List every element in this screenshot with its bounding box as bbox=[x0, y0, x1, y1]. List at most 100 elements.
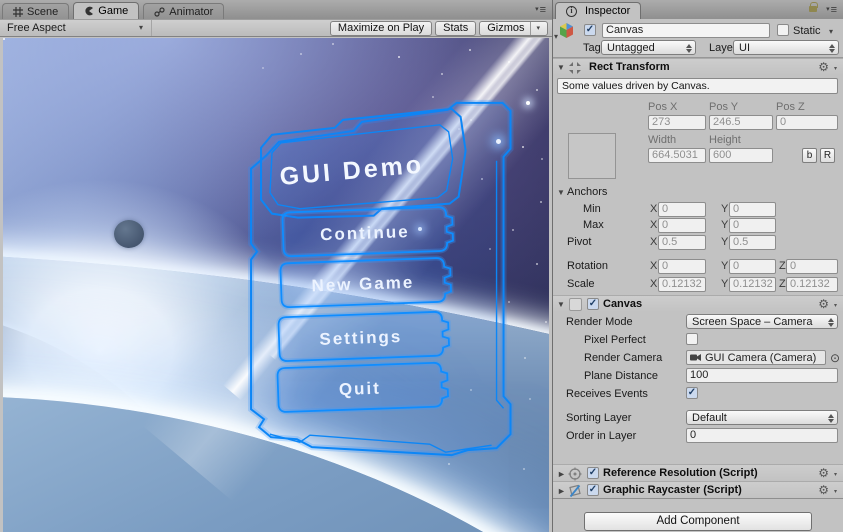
gear-dropdown-arrow: ▾ bbox=[833, 303, 837, 309]
blueprint-mode-button[interactable]: b bbox=[802, 148, 817, 163]
tab-animator-label: Animator bbox=[169, 5, 214, 18]
graphic-raycaster-icon bbox=[569, 484, 581, 498]
quit-button[interactable]: Quit bbox=[275, 360, 451, 415]
sorting-layer-dropdown[interactable]: Default bbox=[686, 410, 838, 425]
inspector-tabstrip: i Inspector ▾≡ bbox=[553, 0, 843, 19]
render-mode-dropdown[interactable]: Screen Space – Camera bbox=[686, 314, 838, 329]
render-camera-label: Render Camera bbox=[584, 352, 663, 364]
settings-button-label: Settings bbox=[319, 327, 402, 349]
rect-transform-header[interactable]: ▼ Rect Transform ⚙ ▾ bbox=[553, 58, 843, 75]
anchors-foldout-icon[interactable]: ▼ bbox=[557, 188, 565, 197]
receives-events-label: Receives Events bbox=[566, 388, 648, 400]
graphic-raycaster-checkbox[interactable]: ✓ bbox=[587, 484, 599, 496]
foldout-icon[interactable]: ▼ bbox=[557, 300, 565, 309]
gear-icon[interactable]: ⚙ bbox=[818, 297, 829, 311]
canvas-enabled-checkbox[interactable]: ✓ bbox=[587, 298, 599, 310]
scale-y-field[interactable]: 0.12132 bbox=[729, 277, 776, 292]
anchor-max-x-field[interactable]: 0 bbox=[658, 218, 706, 233]
gear-icon[interactable]: ⚙ bbox=[818, 483, 829, 497]
canvas-component-body: Render Mode Screen Space – Camera Pixel … bbox=[553, 312, 843, 464]
static-checkbox[interactable] bbox=[777, 24, 789, 36]
lock-icon[interactable] bbox=[809, 2, 818, 12]
plane-distance-field[interactable]: 100 bbox=[686, 368, 838, 383]
tag-dropdown[interactable]: Untagged bbox=[601, 40, 696, 55]
settings-button[interactable]: Settings bbox=[276, 309, 452, 364]
anchor-min-y-field[interactable]: 0 bbox=[729, 202, 776, 217]
layer-value: UI bbox=[739, 42, 750, 54]
new-game-button[interactable]: New Game bbox=[278, 255, 454, 310]
foldout-icon[interactable]: ▼ bbox=[557, 63, 565, 72]
pos-x-field[interactable]: 273 bbox=[648, 115, 706, 130]
sorting-layer-value: Default bbox=[692, 412, 727, 424]
pixel-perfect-label: Pixel Perfect bbox=[584, 334, 646, 346]
raw-edit-mode-button[interactable]: R bbox=[820, 148, 835, 163]
reference-resolution-header[interactable]: ► ✓ Reference Resolution (Script) ⚙ ▾ bbox=[553, 464, 843, 481]
canvas-component-icon bbox=[569, 298, 582, 311]
anchor-max-y-field[interactable]: 0 bbox=[729, 218, 776, 233]
pivot-x-field[interactable]: 0.5 bbox=[658, 235, 706, 250]
aspect-dropdown[interactable]: Free Aspect ▾ bbox=[0, 20, 152, 36]
tab-inspector[interactable]: i Inspector bbox=[555, 2, 642, 19]
name-field[interactable]: Canvas bbox=[602, 23, 770, 38]
min-label: Min bbox=[583, 203, 601, 215]
rotation-y-field[interactable]: 0 bbox=[729, 259, 776, 274]
pos-y-field[interactable]: 246.5 bbox=[709, 115, 773, 130]
rotation-x-field[interactable]: 0 bbox=[658, 259, 706, 274]
continue-button[interactable]: Continue bbox=[280, 204, 456, 259]
axis-z-label: Z bbox=[779, 260, 786, 272]
pos-z-field[interactable]: 0 bbox=[776, 115, 838, 130]
panel-menu-icon[interactable]: ▾≡ bbox=[535, 4, 546, 16]
pixel-perfect-checkbox[interactable] bbox=[686, 333, 698, 345]
foldout-icon[interactable]: ► bbox=[557, 486, 566, 496]
graphic-raycaster-title: Graphic Raycaster (Script) bbox=[603, 484, 742, 496]
render-camera-field[interactable]: GUI Camera (Camera) bbox=[686, 350, 826, 365]
canvas-component-header[interactable]: ▼ ✓ Canvas ⚙ ▾ bbox=[553, 295, 843, 312]
max-label: Max bbox=[583, 219, 604, 231]
scale-x-field[interactable]: 0.12132 bbox=[658, 277, 706, 292]
inspector-menu-icon[interactable]: ▾≡ bbox=[826, 4, 837, 16]
height-field[interactable]: 600 bbox=[709, 148, 773, 163]
pos-x-label: Pos X bbox=[648, 101, 678, 113]
tab-scene[interactable]: Scene bbox=[2, 3, 70, 19]
reference-resolution-checkbox[interactable]: ✓ bbox=[587, 467, 599, 479]
tab-game[interactable]: Game bbox=[73, 2, 140, 19]
pivot-y-field[interactable]: 0.5 bbox=[729, 235, 776, 250]
maximize-on-play-button[interactable]: Maximize on Play bbox=[329, 20, 433, 36]
add-component-area: Add Component bbox=[553, 499, 843, 531]
plane-distance-label: Plane Distance bbox=[584, 370, 658, 382]
canvas-component-title: Canvas bbox=[603, 298, 643, 310]
gear-icon[interactable]: ⚙ bbox=[818, 466, 829, 480]
static-label: Static bbox=[793, 25, 821, 37]
layer-dropdown[interactable]: UI bbox=[733, 40, 839, 55]
width-field[interactable]: 664.5031 bbox=[648, 148, 706, 163]
rotation-z-field[interactable]: 0 bbox=[786, 259, 838, 274]
static-dropdown-arrow[interactable]: ▾ bbox=[829, 27, 833, 36]
render-camera-value: GUI Camera (Camera) bbox=[705, 351, 817, 364]
active-checkbox[interactable]: ✓ bbox=[584, 24, 596, 36]
tag-label: Tag bbox=[583, 42, 601, 54]
render-mode-value: Screen Space – Camera bbox=[692, 316, 813, 328]
stats-button[interactable]: Stats bbox=[435, 20, 477, 36]
foldout-icon[interactable]: ► bbox=[557, 469, 566, 479]
scale-z-field[interactable]: 0.12132 bbox=[786, 277, 838, 292]
gui-demo-panel: GUI Demo Continue New Game Settings Quit bbox=[248, 99, 514, 459]
axis-x-label: X bbox=[650, 219, 658, 231]
order-in-layer-field[interactable]: 0 bbox=[686, 428, 838, 443]
gear-icon[interactable]: ⚙ bbox=[818, 60, 829, 74]
anchor-min-x-field[interactable]: 0 bbox=[658, 202, 706, 217]
graphic-raycaster-header[interactable]: ► ✓ Graphic Raycaster (Script) ⚙ ▾ bbox=[553, 481, 843, 498]
left-tabstrip: Scene Game Animator ▾≡ bbox=[0, 0, 552, 19]
tab-scene-label: Scene bbox=[27, 5, 59, 18]
rotation-label: Rotation bbox=[567, 260, 608, 272]
receives-events-checkbox[interactable]: ✓ bbox=[686, 387, 698, 399]
gizmos-button[interactable]: Gizmos ▾ bbox=[479, 20, 548, 36]
object-picker-icon[interactable]: ⊙ bbox=[830, 351, 840, 365]
tab-animator[interactable]: Animator bbox=[143, 3, 225, 19]
left-pane: Scene Game Animator ▾≡ Free Aspect ▾ Max… bbox=[0, 0, 552, 532]
tag-value: Untagged bbox=[607, 42, 655, 54]
axis-x-label: X bbox=[650, 236, 658, 248]
icon-dropdown-arrow[interactable]: ▾ bbox=[554, 32, 558, 41]
tab-game-label: Game bbox=[98, 5, 129, 17]
add-component-button[interactable]: Add Component bbox=[584, 512, 812, 531]
gameobject-cube-icon[interactable] bbox=[557, 22, 576, 41]
